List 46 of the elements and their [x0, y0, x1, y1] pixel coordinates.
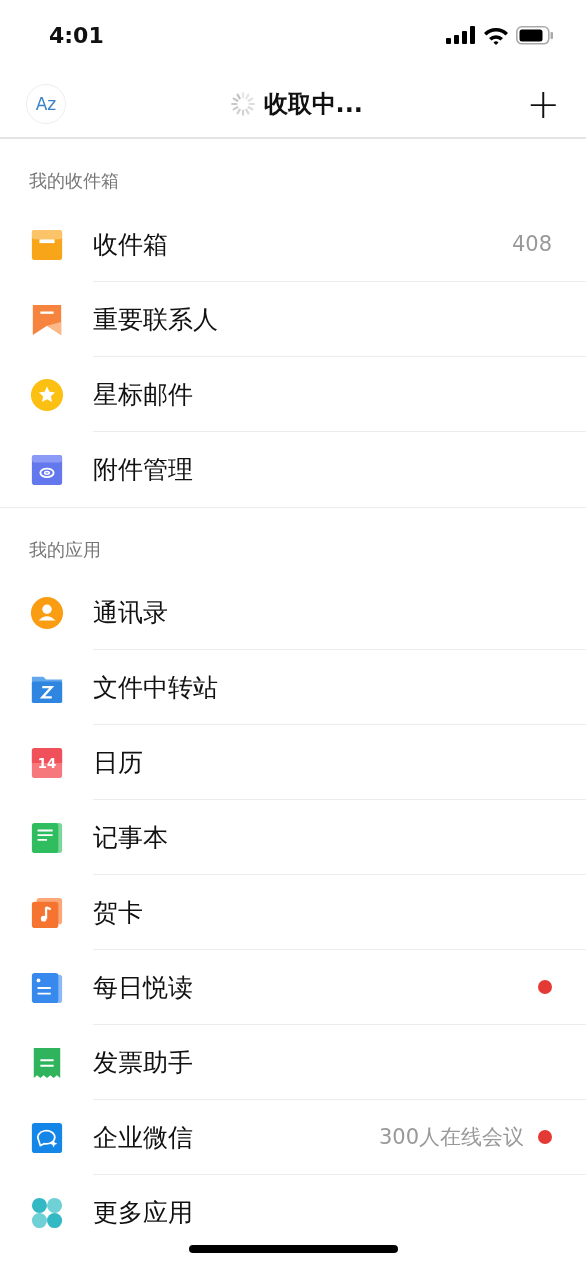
person-icon [30, 595, 64, 630]
section-title: 我的收件箱 [28, 169, 120, 193]
menu-item[interactable]: 通讯录 [0, 575, 586, 650]
menu-item[interactable]: 收件箱 408 [0, 207, 586, 282]
item-label: 收件箱 [93, 228, 169, 261]
item-label: 星标邮件 [93, 378, 194, 411]
menu-item[interactable]: 星标邮件 [0, 357, 586, 432]
bookmark-icon [30, 302, 64, 337]
menu-item[interactable]: 贺卡 [0, 875, 586, 950]
four-circles-icon [30, 1195, 64, 1230]
menu-item[interactable]: 14 日历 [0, 725, 586, 800]
battery-icon [516, 25, 554, 45]
item-label: 贺卡 [93, 896, 144, 929]
page-title: 收取中... [263, 88, 363, 120]
menu-item[interactable]: 记事本 [0, 800, 586, 875]
document-icon [30, 970, 64, 1005]
wifi-icon [483, 25, 509, 45]
menu-item[interactable]: 每日悦读 [0, 950, 586, 1025]
item-label: 每日悦读 [93, 971, 194, 1004]
section-title: 我的应用 [0, 507, 586, 575]
calendar-icon: 14 [30, 745, 64, 780]
add-button[interactable]: + [526, 83, 560, 124]
menu-item[interactable]: 企业微信 300人在线会议 [0, 1100, 586, 1175]
item-label: 企业微信 [93, 1121, 194, 1154]
item-label: 通讯录 [93, 596, 169, 629]
item-label: 日历 [93, 746, 144, 779]
item-label: 重要联系人 [93, 303, 219, 336]
chat-bubble-icon [30, 1120, 64, 1155]
item-detail: 300人在线会议 [378, 1124, 524, 1151]
menu-item[interactable]: 附件管理 [0, 432, 586, 507]
menu-item[interactable]: 更多应用 [0, 1175, 586, 1250]
tray-icon [30, 227, 64, 262]
clock-time: 4:01 [49, 22, 104, 48]
item-label: 文件中转站 [93, 671, 219, 704]
signal-icon [446, 26, 476, 44]
unread-count: 408 [511, 232, 552, 256]
item-label: 更多应用 [93, 1197, 194, 1229]
music-note-icon [30, 895, 64, 930]
menu-item[interactable]: 发票助手 [0, 1025, 586, 1100]
menu-item[interactable]: 重要联系人 [0, 282, 586, 357]
menu-item[interactable]: 文件中转站 [0, 650, 586, 725]
item-label: 记事本 [93, 821, 169, 854]
notepad-icon [30, 820, 64, 855]
account-avatar[interactable]: Az [26, 83, 66, 124]
item-label: 发票助手 [93, 1046, 194, 1079]
item-label: 附件管理 [93, 454, 194, 486]
